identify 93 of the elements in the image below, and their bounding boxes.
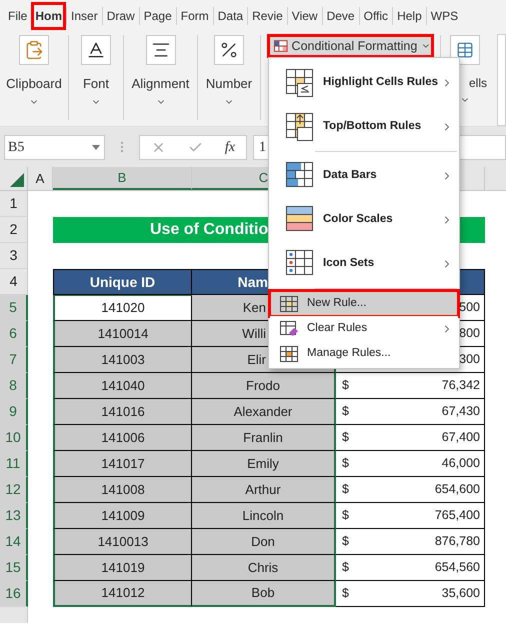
insert-function-button[interactable]: fx (224, 136, 235, 158)
ribbon-tab[interactable]: WPS (426, 2, 462, 30)
amount-text: 67,400 (442, 429, 480, 446)
ribbon-group-button[interactable]: Number (198, 32, 260, 106)
font-color-icon (86, 40, 106, 60)
table-cell: 1410014 (53, 321, 192, 347)
table-icon (456, 41, 474, 59)
table-cell: 141040 (53, 373, 192, 399)
manage-rules-icon (280, 346, 298, 362)
currency-symbol: $ (342, 533, 349, 550)
table-cell: 141006 (53, 425, 192, 451)
table-cell: Don (192, 529, 336, 555)
currency-symbol: $ (342, 585, 349, 602)
table-cell: Lincoln (192, 503, 336, 529)
row-header[interactable]: 6 (0, 321, 28, 347)
ribbon-tab[interactable]: Data (214, 2, 248, 30)
table-cell: Franlin (192, 425, 336, 451)
table-cell: 141016 (53, 399, 192, 425)
table-cell: 141017 (53, 451, 192, 477)
amount-text: 654,560 (434, 559, 480, 576)
table-cell: 141012 (53, 581, 192, 607)
ribbon-tab[interactable]: Page (140, 2, 176, 30)
table-cell: 141008 (53, 477, 192, 503)
clear-rules-icon (280, 320, 298, 336)
clipboard-icon (24, 40, 44, 60)
row-header[interactable]: 10 (0, 425, 28, 451)
amount-text: 800 (459, 325, 480, 342)
ribbon-tab[interactable]: File (4, 2, 32, 30)
conditional-formatting-icon (274, 40, 288, 52)
table-cell: Frodo (192, 373, 336, 399)
percent-icon (219, 40, 239, 60)
ribbon-tab[interactable]: Hom (31, 2, 66, 30)
table-cell: Alexander (192, 399, 336, 425)
row-header[interactable]: 4 (0, 269, 28, 295)
dropdown-arrow-icon (92, 144, 100, 150)
row-header[interactable]: 3 (0, 243, 28, 269)
row-header[interactable]: 8 (0, 373, 28, 399)
select-all-icon[interactable] (10, 173, 24, 187)
ribbon-tab[interactable]: Form (176, 2, 213, 30)
ribbon-tab[interactable]: Help (393, 2, 426, 30)
amount-text: 35,600 (442, 585, 480, 602)
column-header[interactable]: B (53, 167, 192, 190)
row-header[interactable]: 15 (0, 555, 28, 581)
currency-symbol: $ (342, 559, 349, 576)
currency-symbol: $ (342, 429, 349, 446)
currency-symbol: $ (342, 377, 349, 394)
name-box[interactable]: B5 (4, 134, 105, 160)
row-header[interactable]: 2 (0, 217, 28, 243)
row-header[interactable]: 7 (0, 347, 28, 373)
ribbon-tab[interactable]: Draw (102, 2, 139, 30)
table-cell: 141009 (53, 503, 192, 529)
row-header[interactable]: 5 (0, 295, 28, 321)
row-header[interactable]: 16 (0, 581, 28, 607)
table-cell: 141019 (53, 555, 192, 581)
table-cell: Arthur (192, 477, 336, 503)
top-bottom-rules-icon (285, 112, 315, 142)
menu-item[interactable]: New Rule... (270, 291, 458, 316)
currency-symbol: $ (342, 507, 349, 524)
amount-text: 67,430 (442, 403, 480, 420)
table-cell: 1410013 (53, 529, 192, 555)
table-cell: Chris (192, 555, 336, 581)
ribbon-group-button[interactable]: Font (69, 32, 123, 106)
amount-text: 76,342 (442, 377, 480, 394)
table-cell: Emily (192, 451, 336, 477)
ribbon-tab[interactable]: View (288, 2, 322, 30)
conditional-formatting-button[interactable]: Conditional Formatting (267, 34, 434, 58)
highlight-rules-icon (285, 68, 315, 98)
amount-text: 876,780 (434, 533, 480, 550)
amount-text: 654,600 (434, 481, 480, 498)
table-cell: Bob (192, 581, 336, 607)
currency-symbol: $ (342, 403, 349, 420)
amount-text: 765,400 (434, 507, 480, 524)
row-header[interactable]: 13 (0, 503, 28, 529)
ribbon-tab[interactable]: Revie (248, 2, 287, 30)
table-header-cell: Unique ID (53, 269, 192, 295)
ribbon-tab[interactable]: Deve (322, 2, 359, 30)
row-header[interactable]: 14 (0, 529, 28, 555)
row-header[interactable]: 12 (0, 477, 28, 503)
ribbon-group-button[interactable]: Alignment (124, 32, 197, 106)
ribbon-tab[interactable]: Inser (67, 2, 102, 30)
row-header[interactable]: 9 (0, 399, 28, 425)
ribbon-group-button[interactable]: Clipboard (0, 32, 68, 106)
amount-text: 46,000 (442, 455, 480, 472)
currency-symbol: $ (342, 455, 349, 472)
amount-text: 300 (459, 351, 480, 368)
row-header[interactable]: 1 (0, 191, 28, 217)
amount-text: 500 (459, 299, 480, 316)
table-cell: 141020 (53, 295, 192, 321)
table-cell: 141003 (53, 347, 192, 373)
row-header[interactable] (0, 607, 28, 623)
currency-symbol: $ (342, 481, 349, 498)
ribbon-tab[interactable]: Offic (360, 2, 392, 30)
row-header[interactable]: 11 (0, 451, 28, 477)
